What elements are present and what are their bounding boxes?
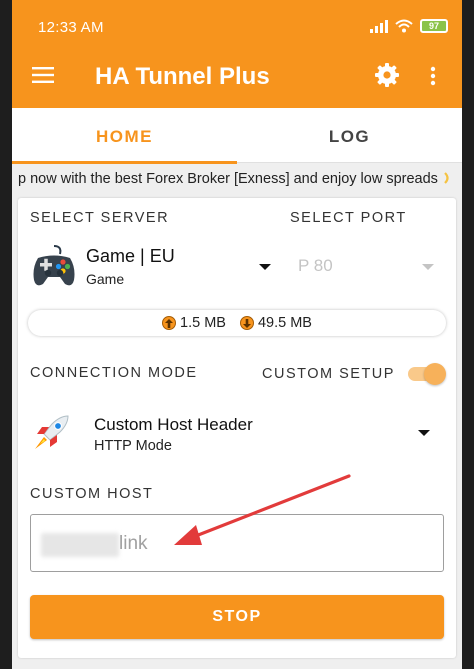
connection-mode-dropdown[interactable]: Custom Host Header HTTP Mode bbox=[32, 412, 442, 468]
battery-icon: 97 bbox=[420, 19, 448, 33]
port-chevron-down-icon[interactable] bbox=[422, 264, 434, 270]
mode-chevron-down-icon bbox=[418, 430, 430, 436]
status-time: 12:33 AM bbox=[38, 19, 104, 36]
partial-emoji-icon bbox=[444, 172, 449, 184]
status-icons: 97 bbox=[370, 19, 448, 33]
download-usage: 49.5 MB bbox=[239, 315, 312, 331]
server-dropdown[interactable]: Game | EU Game bbox=[32, 240, 272, 292]
toggle-thumb bbox=[424, 363, 446, 385]
download-arrow-icon bbox=[239, 316, 254, 330]
gamepad-icon bbox=[33, 245, 75, 286]
rocket-icon bbox=[35, 415, 69, 449]
redacted-host-blur bbox=[41, 533, 119, 557]
server-type: Game bbox=[86, 271, 125, 287]
tab-log[interactable]: LOG bbox=[237, 108, 462, 163]
connection-mode-sub: HTTP Mode bbox=[94, 438, 172, 454]
custom-host-value: link bbox=[119, 533, 148, 554]
custom-host-input[interactable]: link bbox=[30, 514, 444, 572]
more-vert-icon[interactable] bbox=[430, 66, 436, 86]
stop-button[interactable]: STOP bbox=[30, 595, 444, 639]
upload-arrow-icon bbox=[162, 316, 177, 330]
status-bar: 12:33 AM 97 bbox=[12, 0, 462, 40]
custom-setup-toggle[interactable] bbox=[406, 363, 446, 385]
wifi-icon bbox=[395, 19, 413, 33]
server-name: Game | EU bbox=[86, 246, 175, 266]
server-chevron-down-icon bbox=[259, 264, 271, 270]
connection-mode-name: Custom Host Header bbox=[94, 415, 253, 434]
promo-marquee: p now with the best Forex Broker [Exness… bbox=[12, 166, 462, 192]
select-server-label: SELECT SERVER bbox=[30, 210, 170, 226]
tab-bar: HOME LOG bbox=[12, 108, 462, 164]
data-usage-bar: 1.5 MB 49.5 MB bbox=[28, 310, 446, 336]
upload-usage: 1.5 MB bbox=[162, 315, 226, 331]
tab-home[interactable]: HOME bbox=[12, 108, 237, 164]
gear-icon[interactable] bbox=[374, 62, 400, 88]
promo-text: p now with the best Forex Broker [Exness… bbox=[18, 171, 438, 187]
app-bar: HA Tunnel Plus bbox=[12, 40, 462, 108]
app-screen: 12:33 AM 97 HA Tunnel Plus HOME LOG p no… bbox=[12, 0, 462, 669]
main-card: SELECT SERVER SELECT PORT Game | EU Game… bbox=[18, 198, 456, 658]
app-title: HA Tunnel Plus bbox=[95, 63, 270, 90]
select-port-label: SELECT PORT bbox=[290, 210, 407, 226]
signal-icon bbox=[370, 19, 388, 33]
connection-mode-label: CONNECTION MODE bbox=[30, 365, 198, 381]
download-value: 49.5 MB bbox=[257, 315, 312, 331]
custom-host-label: CUSTOM HOST bbox=[30, 486, 154, 502]
custom-setup-label: CUSTOM SETUP bbox=[262, 366, 395, 382]
menu-icon[interactable] bbox=[32, 67, 56, 83]
upload-value: 1.5 MB bbox=[180, 315, 226, 331]
port-select[interactable]: P 80 bbox=[298, 256, 333, 276]
